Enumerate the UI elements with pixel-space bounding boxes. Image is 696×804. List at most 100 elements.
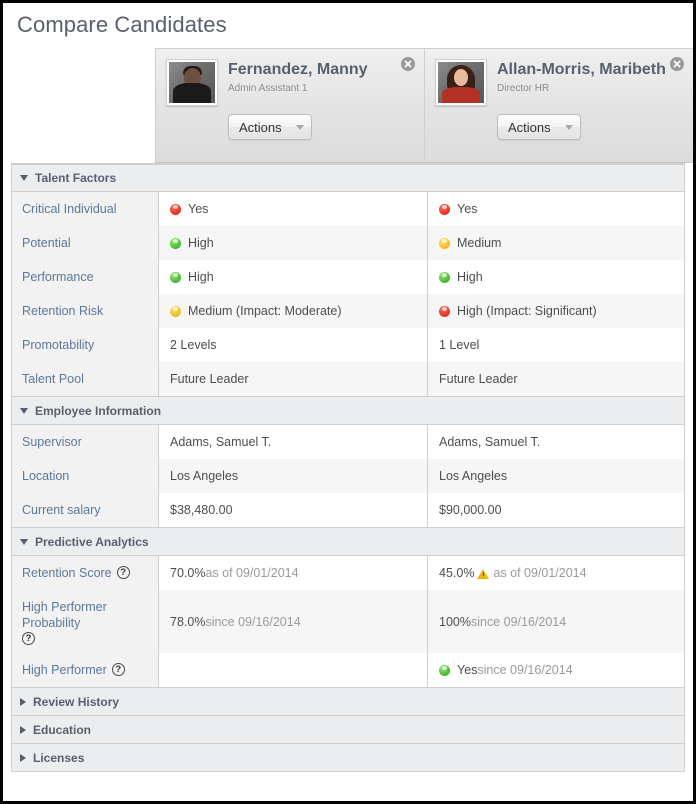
section-body-employee-information: Supervisor Adams, Samuel T. Adams, Samuel … <box>11 425 685 528</box>
candidate-identity: Fernandez, Manny Admin Assistant 1 <box>166 59 414 106</box>
section-title: Talent Factors <box>35 171 117 185</box>
row-value-candidate-1: Yes <box>428 192 691 226</box>
status-dot-red-icon <box>170 203 181 215</box>
row-value-candidate-0: Los Angeles <box>159 459 428 493</box>
row-value-candidate-0: High <box>159 226 428 260</box>
value-text: High <box>457 270 483 284</box>
section-body-predictive-analytics: Retention Score? 70.0% as of 09/01/2014 45… <box>11 556 685 688</box>
section-header-employee-information[interactable]: Employee Information <box>11 397 685 425</box>
row-value-candidate-0: 70.0% as of 09/01/2014 <box>159 556 428 590</box>
row-value-candidate-1: Future Leader <box>428 362 691 396</box>
close-icon[interactable] <box>401 57 415 71</box>
help-icon[interactable]: ? <box>22 632 35 645</box>
row-value-candidate-0: 78.0% since 09/16/2014 <box>159 590 428 653</box>
row-value-candidate-1: High (Impact: Significant) <box>428 294 691 328</box>
status-dot-red-icon <box>439 305 450 317</box>
row-label-text: Supervisor <box>22 435 82 449</box>
section-header-review-history[interactable]: Review History <box>11 688 685 716</box>
avatar <box>166 59 218 106</box>
value-text: 70.0% <box>170 566 206 580</box>
table-row: Retention Risk Medium (Impact: Moderate) H… <box>12 294 684 328</box>
help-icon[interactable]: ? <box>111 663 125 676</box>
value-text: $90,000.00 <box>439 503 502 517</box>
row-label: Promotability <box>12 328 159 362</box>
row-value-candidate-0: Adams, Samuel T. <box>159 425 428 459</box>
chevron-down-icon <box>20 407 28 414</box>
table-row: Potential High Medium <box>12 226 684 260</box>
candidate-job-title: Admin Assistant 1 <box>228 83 308 94</box>
row-label-text: Retention Score <box>22 566 112 580</box>
page-title: Compare Candidates <box>17 12 227 37</box>
avatar <box>435 59 487 106</box>
value-subtext: as of 09/01/2014 <box>493 566 587 580</box>
chevron-down-icon <box>296 124 304 130</box>
row-value-candidate-0: 2 Levels <box>159 328 428 362</box>
row-value-candidate-1: Medium <box>428 226 691 260</box>
chevron-down-icon <box>565 124 573 130</box>
value-text: High <box>188 270 214 284</box>
row-label: Current salary <box>12 493 159 527</box>
row-label: Critical Individual <box>12 192 159 226</box>
row-label-text: Location <box>22 469 70 483</box>
value-text: Medium <box>457 236 502 250</box>
value-subtext: as of 09/01/2014 <box>205 566 299 580</box>
candidate-name: Allan-Morris, Maribeth <box>497 61 666 78</box>
value-text: Adams, Samuel T. <box>439 435 541 449</box>
header-label-spacer <box>3 48 155 163</box>
row-label: Performance <box>12 260 159 294</box>
row-label: Retention Score? <box>12 556 159 590</box>
row-value-candidate-1: Adams, Samuel T. <box>428 425 691 459</box>
table-row: Performance High High <box>12 260 684 294</box>
value-text: Yes <box>457 663 478 677</box>
table-row: High Performer? Yes since 09/16/2014 <box>12 653 684 687</box>
row-value-candidate-0: $38,480.00 <box>159 493 428 527</box>
table-row: Talent Pool Future Leader Future Leader <box>12 362 684 396</box>
value-text: Yes <box>457 202 478 216</box>
row-label-text: High Performer <box>22 663 107 677</box>
value-text: 100% <box>439 614 471 629</box>
row-value-candidate-1: Yes since 09/16/2014 <box>428 653 691 687</box>
chevron-right-icon <box>20 697 26 706</box>
candidate-name: Fernandez, Manny <box>228 61 368 78</box>
actions-button[interactable]: Actions <box>228 114 312 140</box>
help-icon[interactable]: ? <box>116 566 130 579</box>
row-label: High Performer Probability? <box>12 590 159 653</box>
section-title: Review History <box>33 694 120 709</box>
value-text: Future Leader <box>439 372 518 386</box>
value-text: $38,480.00 <box>170 503 233 517</box>
status-dot-green-icon <box>170 237 181 249</box>
value-text: 45.0% <box>439 566 475 580</box>
row-value-candidate-1: 100% since 09/16/2014 <box>428 590 691 653</box>
section-title: Education <box>33 722 92 737</box>
value-subtext: since 09/16/2014 <box>470 614 567 629</box>
value-text: High (Impact: Significant) <box>457 304 597 318</box>
table-row: High Performer Probability? 78.0% since 0… <box>12 590 684 653</box>
section-header-predictive-analytics[interactable]: Predictive Analytics <box>11 528 685 556</box>
section-header-licenses[interactable]: Licenses <box>11 744 685 772</box>
comparison-sections: Talent Factors Critical Individual Yes Yes P… <box>11 163 685 772</box>
actions-button[interactable]: Actions <box>497 114 581 140</box>
section-header-talent-factors[interactable]: Talent Factors <box>11 164 685 192</box>
chevron-down-icon <box>20 175 28 181</box>
value-text: Yes <box>188 202 209 216</box>
table-row: Promotability 2 Levels 1 Level <box>12 328 684 362</box>
row-value-candidate-0: Medium (Impact: Moderate) <box>159 294 428 328</box>
actions-button-wrap: Actions <box>228 114 414 140</box>
row-label-text: Promotability <box>22 338 95 352</box>
value-text: 2 Levels <box>170 338 217 352</box>
table-row: Location Los Angeles Los Angeles <box>12 459 684 493</box>
value-text: 78.0% <box>170 614 206 629</box>
status-dot-green-icon <box>170 271 181 283</box>
row-label: Talent Pool <box>12 362 159 396</box>
value-text: High <box>188 236 214 250</box>
close-icon[interactable] <box>670 57 684 71</box>
section-header-education[interactable]: Education <box>11 716 685 744</box>
row-label-text: Current salary <box>22 503 101 517</box>
candidate-header-strip: Fernandez, Manny Admin Assistant 1 Actio… <box>3 48 693 163</box>
row-label-text: Critical Individual <box>22 202 117 216</box>
status-dot-yellow-icon <box>439 237 450 249</box>
row-value-candidate-1: $90,000.00 <box>428 493 691 527</box>
value-subtext: since 09/16/2014 <box>205 614 301 629</box>
actions-button-label: Actions <box>239 119 282 135</box>
row-label: Retention Risk <box>12 294 159 328</box>
